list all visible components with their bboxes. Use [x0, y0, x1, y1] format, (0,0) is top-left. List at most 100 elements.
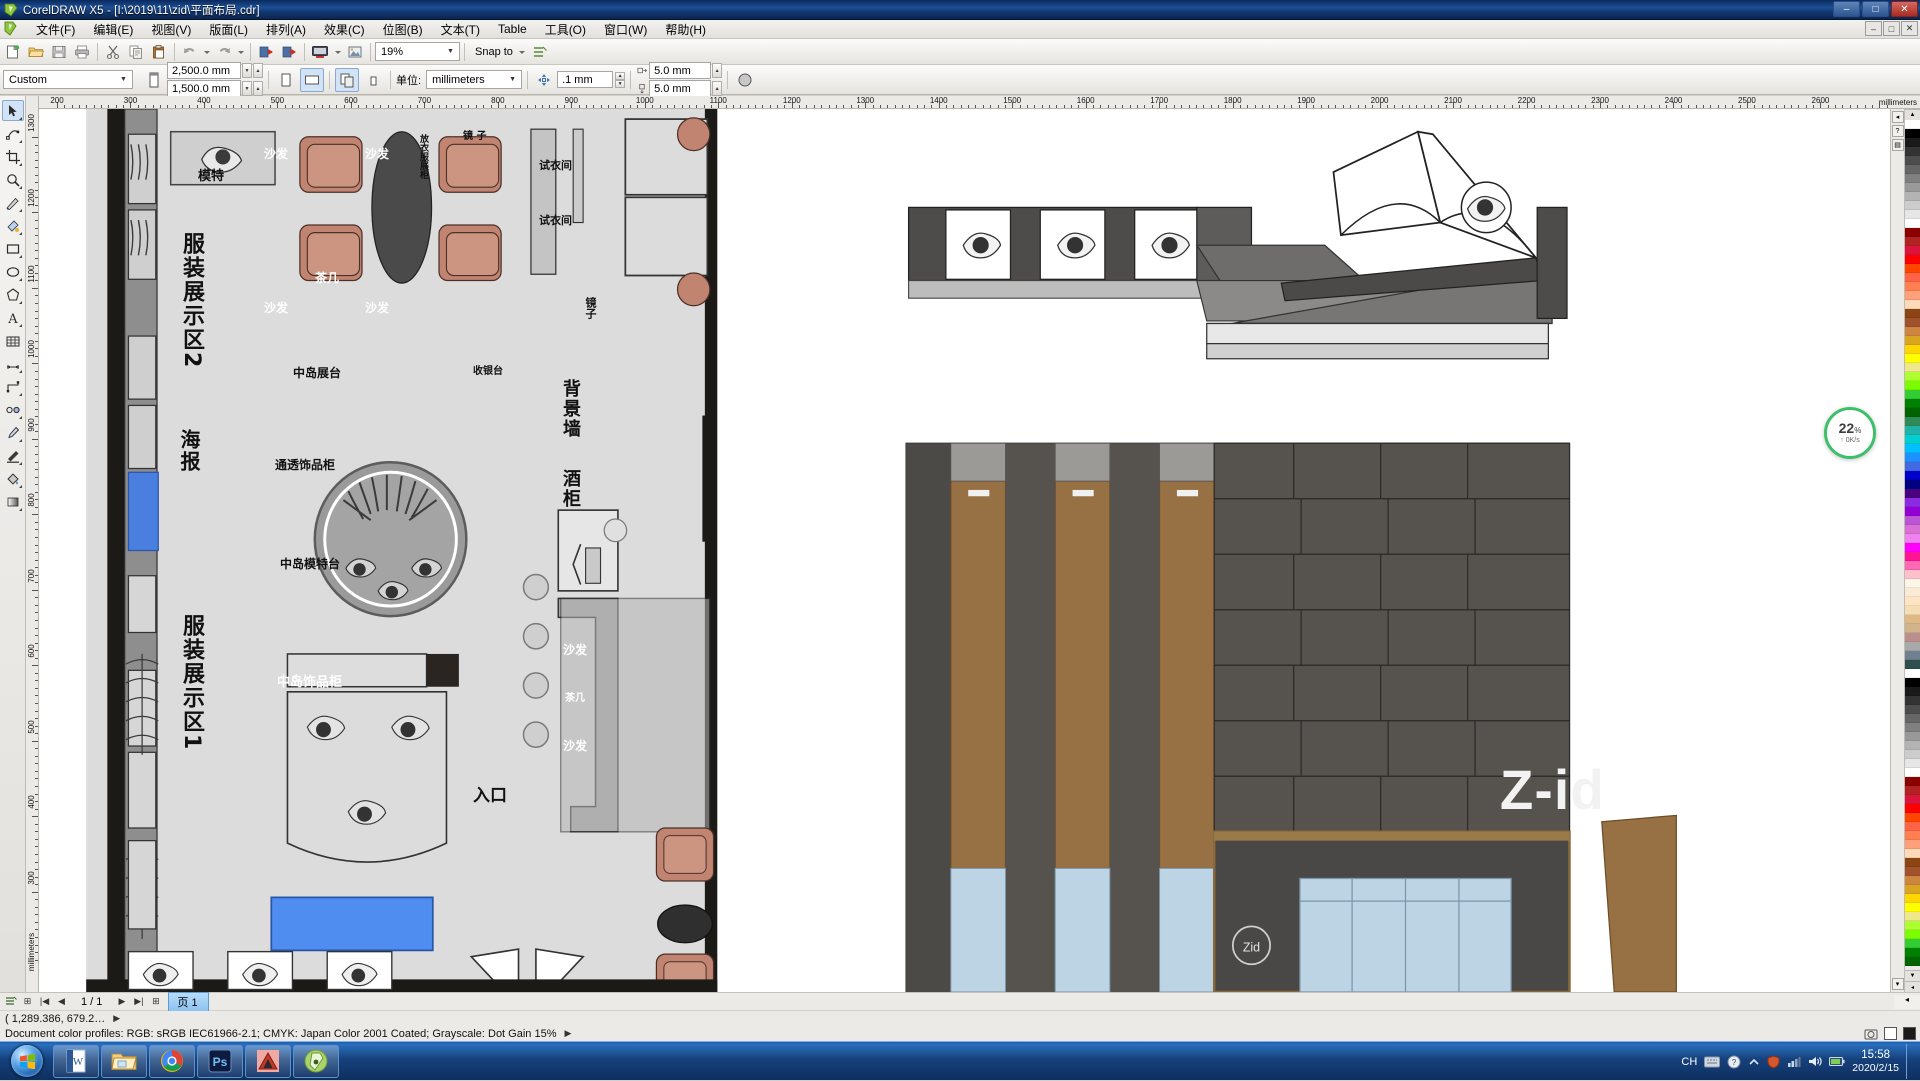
palette-color-swatch[interactable]	[1905, 930, 1920, 939]
maximize-button[interactable]: □	[1862, 1, 1889, 17]
palette-color-swatch[interactable]	[1905, 579, 1920, 588]
palette-color-swatch[interactable]	[1905, 885, 1920, 894]
tray-clock[interactable]: 15:58 2020/2/15	[1852, 1049, 1899, 1075]
previous-page-icon[interactable]: ◀	[54, 994, 69, 1009]
cut-scissors-icon[interactable]	[102, 41, 124, 63]
palette-color-swatch[interactable]	[1905, 858, 1920, 867]
palette-color-swatch[interactable]	[1905, 642, 1920, 651]
palette-color-swatch[interactable]	[1905, 291, 1920, 300]
palette-color-swatch[interactable]	[1905, 435, 1920, 444]
palette-color-swatch[interactable]	[1905, 534, 1920, 543]
palette-color-swatch[interactable]	[1905, 876, 1920, 885]
palette-swatches[interactable]	[1905, 120, 1920, 970]
palette-color-swatch[interactable]	[1905, 831, 1920, 840]
palette-color-swatch[interactable]	[1905, 660, 1920, 669]
treat-as-filled-button[interactable]	[733, 68, 757, 92]
status-expand-arrow-icon[interactable]: ▶	[113, 1013, 120, 1024]
options-list-icon[interactable]	[529, 41, 551, 63]
palette-color-swatch[interactable]	[1905, 894, 1920, 903]
palette-color-swatch[interactable]	[1905, 453, 1920, 462]
palette-color-swatch[interactable]	[1905, 138, 1920, 147]
palette-color-swatch[interactable]	[1905, 210, 1920, 219]
export-icon[interactable]	[278, 41, 300, 63]
palette-color-swatch[interactable]	[1905, 471, 1920, 480]
palette-color-swatch[interactable]	[1905, 372, 1920, 381]
download-progress-badge[interactable]: 22 % ↑ 0K/s	[1824, 407, 1876, 459]
taskbar-explorer[interactable]	[101, 1045, 147, 1078]
close-button[interactable]: ✕	[1891, 1, 1918, 17]
paste-icon[interactable]	[148, 41, 170, 63]
scrollbar-down-icon[interactable]: ▾	[1892, 978, 1904, 990]
taskbar-coreldraw[interactable]	[293, 1045, 339, 1078]
taskbar-autocad[interactable]	[245, 1045, 291, 1078]
palette-color-swatch[interactable]	[1905, 849, 1920, 858]
palette-color-swatch[interactable]	[1905, 597, 1920, 606]
menu-item-table[interactable]: Table	[489, 20, 536, 38]
tray-overflow-icon[interactable]	[1748, 1057, 1760, 1067]
all-pages-button[interactable]	[335, 68, 359, 92]
show-desktop-button[interactable]	[1906, 1044, 1914, 1079]
page-tab-1[interactable]: 页 1	[168, 992, 208, 1011]
tray-volume-icon[interactable]	[1808, 1055, 1822, 1068]
taskbar-photoshop[interactable]: Ps	[197, 1045, 243, 1078]
menu-item-edit[interactable]: 编辑(E)	[84, 19, 142, 40]
add-page-after-icon[interactable]: ⊞	[148, 994, 163, 1009]
palette-color-swatch[interactable]	[1905, 678, 1920, 687]
bitmap-icon[interactable]	[344, 41, 366, 63]
outline-color-swatch[interactable]	[1903, 1027, 1916, 1040]
palette-color-swatch[interactable]	[1905, 489, 1920, 498]
palette-color-swatch[interactable]	[1905, 921, 1920, 930]
copy-icon[interactable]	[125, 41, 147, 63]
palette-color-swatch[interactable]	[1905, 228, 1920, 237]
palette-color-swatch[interactable]	[1905, 822, 1920, 831]
undo-dropdown-arrow-icon[interactable]	[202, 41, 212, 63]
new-document-icon[interactable]	[2, 41, 24, 63]
chevron-down-icon[interactable]: ▼	[117, 71, 130, 88]
docker-object-manager-icon[interactable]: ▤	[1892, 139, 1904, 151]
paper-type-combo[interactable]: Custom ▼	[3, 70, 133, 89]
fill-tool[interactable]	[2, 468, 24, 489]
dimension-tool[interactable]	[2, 353, 24, 374]
palette-scroll-down[interactable]: ▼	[1905, 970, 1920, 981]
undo-icon[interactable]	[179, 41, 201, 63]
palette-color-swatch[interactable]	[1905, 696, 1920, 705]
tray-shield-icon[interactable]	[1767, 1055, 1780, 1069]
interactive-fill-tool[interactable]	[2, 491, 24, 512]
horizontal-ruler[interactable]: millimeters 2003004005006007008009001000…	[39, 96, 1920, 108]
text-tool[interactable]: A	[2, 307, 24, 328]
tray-help-icon[interactable]: ?	[1727, 1055, 1741, 1069]
first-page-icon[interactable]: |◀	[37, 994, 52, 1009]
palette-color-swatch[interactable]	[1905, 201, 1920, 210]
palette-color-swatch[interactable]	[1905, 867, 1920, 876]
palette-scroll-up[interactable]: ▲	[1905, 109, 1920, 120]
palette-color-swatch[interactable]	[1905, 507, 1920, 516]
docker-collapse-icon[interactable]: ◂	[1892, 111, 1904, 123]
menu-item-bitmaps[interactable]: 位图(B)	[374, 19, 432, 40]
horizontal-scrollbar[interactable]: ◂	[1894, 993, 1920, 1011]
vertical-ruler[interactable]: 1300120011001000900800700600500400300mil…	[26, 109, 39, 992]
palette-color-swatch[interactable]	[1905, 552, 1920, 561]
page-width-spinner-up[interactable]: ▲	[253, 63, 263, 78]
start-orb[interactable]	[2, 1043, 52, 1079]
ruler-corner[interactable]	[26, 96, 39, 109]
palette-color-swatch[interactable]	[1905, 588, 1920, 597]
menu-item-arrange[interactable]: 排列(A)	[257, 19, 315, 40]
doc-maximize-button[interactable]: □	[1883, 21, 1900, 36]
menu-item-text[interactable]: 文本(T)	[432, 19, 489, 40]
current-page-button[interactable]	[361, 68, 385, 92]
menu-item-help[interactable]: 帮助(H)	[656, 19, 715, 40]
ellipse-tool[interactable]	[2, 261, 24, 282]
palette-color-swatch[interactable]	[1905, 273, 1920, 282]
zoom-level-combo[interactable]: 19% ▼	[375, 42, 460, 61]
palette-color-swatch[interactable]	[1905, 570, 1920, 579]
print-icon[interactable]	[71, 41, 93, 63]
table-tool[interactable]	[2, 330, 24, 351]
page-height-spinner-up[interactable]: ▲	[253, 81, 263, 96]
palette-color-swatch[interactable]	[1905, 327, 1920, 336]
menu-item-tools[interactable]: 工具(O)	[536, 19, 595, 40]
nudge-field[interactable]: .1 mm	[557, 71, 613, 88]
palette-color-swatch[interactable]	[1905, 498, 1920, 507]
shape-tool[interactable]	[2, 123, 24, 144]
palette-color-swatch[interactable]	[1905, 237, 1920, 246]
palette-color-swatch[interactable]	[1905, 318, 1920, 327]
